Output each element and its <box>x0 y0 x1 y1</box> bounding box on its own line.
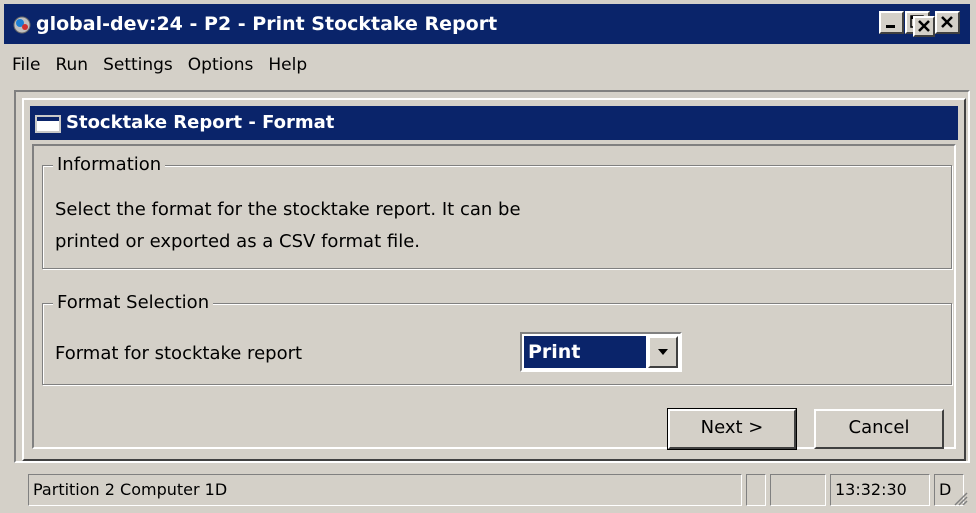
chevron-down-icon <box>658 349 668 355</box>
menu-run[interactable]: Run <box>47 48 95 82</box>
dialog-title: Stocktake Report - Format <box>66 112 335 133</box>
minimize-icon <box>886 25 895 28</box>
information-line-2: printed or exported as a CSV format file… <box>55 231 421 252</box>
cancel-button[interactable]: Cancel <box>814 409 944 449</box>
minimize-button[interactable] <box>879 11 904 34</box>
menu-help[interactable]: Help <box>260 48 314 82</box>
format-selection-group: Format Selection Format for stocktake re… <box>42 291 952 385</box>
format-dropdown-button[interactable] <box>648 336 678 368</box>
dialog-window-icon <box>35 115 61 133</box>
format-select[interactable]: Print <box>520 332 682 372</box>
status-blank-1 <box>746 474 766 506</box>
information-group: Information Select the format for the st… <box>42 153 952 269</box>
next-button[interactable]: Next > <box>667 408 797 450</box>
close-icon <box>918 20 930 32</box>
menu-file[interactable]: File <box>4 48 47 82</box>
menu-options[interactable]: Options <box>180 48 261 82</box>
app-logo-icon <box>13 16 31 34</box>
format-label: Format for stocktake report <box>55 343 303 364</box>
close-icon <box>941 16 953 28</box>
close-button[interactable] <box>935 11 960 34</box>
dialog-close-button[interactable] <box>913 16 935 37</box>
menu-bar: File Run Settings Options Help <box>4 48 970 82</box>
window-title: global-dev:24 - P2 - Print Stocktake Rep… <box>36 13 498 35</box>
resize-grip-icon[interactable] <box>954 492 968 506</box>
format-selection-legend: Format Selection <box>53 291 214 315</box>
window-titlebar[interactable]: global-dev:24 - P2 - Print Stocktake Rep… <box>4 4 970 44</box>
format-selected-value[interactable]: Print <box>524 336 646 368</box>
dialog-titlebar[interactable]: Stocktake Report - Format <box>30 106 958 140</box>
menu-settings[interactable]: Settings <box>95 48 180 82</box>
status-blank-2 <box>770 474 826 506</box>
status-time: 13:32:30 <box>830 474 930 506</box>
status-bar: Partition 2 Computer 1D 13:32:30 D <box>4 470 970 510</box>
status-partition: Partition 2 Computer 1D <box>28 474 742 506</box>
information-line-1: Select the format for the stocktake repo… <box>55 199 521 220</box>
information-legend: Information <box>53 153 166 177</box>
